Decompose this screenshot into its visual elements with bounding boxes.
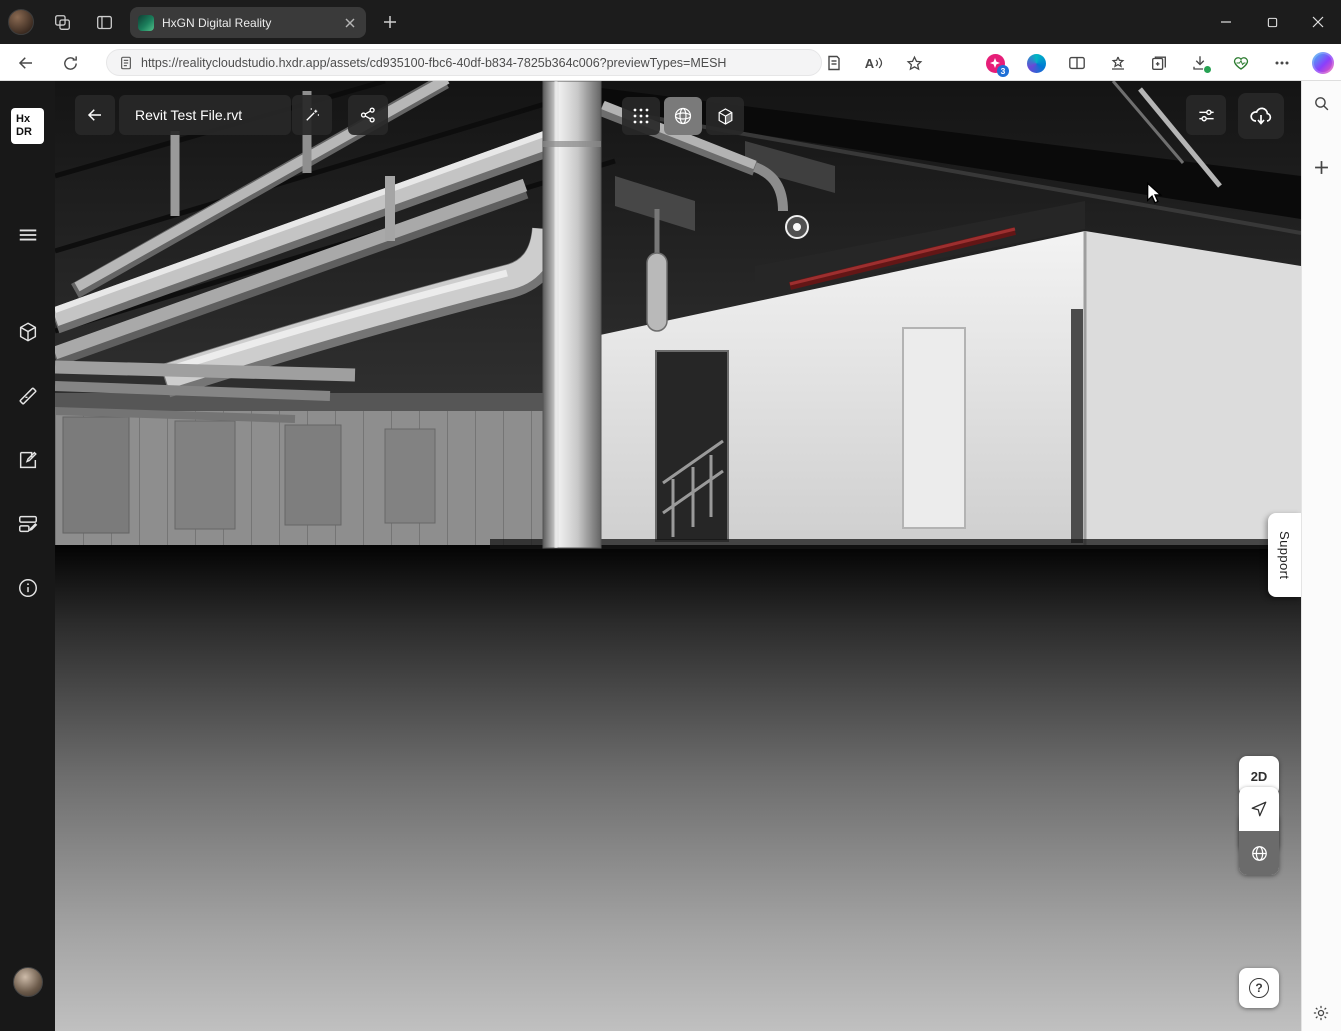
close-window-button[interactable] — [1295, 0, 1341, 44]
assets-cube-icon[interactable] — [15, 319, 41, 345]
settings-gear-icon[interactable] — [1307, 999, 1335, 1027]
tab-actions-icon[interactable] — [94, 12, 114, 32]
tab-favicon — [138, 15, 154, 31]
support-label: Support — [1277, 531, 1292, 579]
collections-icon[interactable] — [1147, 51, 1171, 75]
new-tab-button[interactable] — [378, 10, 402, 34]
search-icon[interactable] — [1307, 89, 1335, 117]
copilot-icon[interactable] — [1311, 51, 1335, 75]
app-sidebar: Hx DR — [0, 81, 55, 1031]
address-bar[interactable]: https://realitycloudstudio.hxdr.app/asse… — [106, 49, 822, 76]
minimize-button[interactable] — [1203, 0, 1249, 44]
browser-tab[interactable]: HxGN Digital Reality — [130, 7, 366, 38]
back-button[interactable] — [75, 95, 115, 135]
refresh-icon[interactable] — [56, 49, 84, 77]
user-avatar[interactable] — [13, 967, 43, 997]
navigation-group — [1239, 787, 1279, 875]
globe-button[interactable] — [1239, 831, 1279, 875]
magic-wand-icon[interactable] — [292, 95, 332, 135]
logo-line-2: DR — [16, 126, 44, 139]
download-complete-badge — [1203, 65, 1212, 74]
add-sidebar-icon[interactable] — [1307, 153, 1335, 181]
browser-profile-avatar[interactable] — [8, 9, 34, 35]
browser-side-rail — [1301, 81, 1341, 1031]
favorite-star-icon[interactable] — [900, 49, 928, 77]
workspaces-icon[interactable] — [52, 12, 72, 32]
site-info-icon[interactable] — [119, 56, 133, 70]
extension-pink-icon[interactable]: 3 — [983, 51, 1007, 75]
measure-icon[interactable] — [15, 383, 41, 409]
filter-sliders-icon[interactable] — [1186, 95, 1226, 135]
support-tab[interactable]: Support — [1268, 513, 1301, 597]
help-button[interactable]: ? — [1239, 968, 1279, 1008]
mesh-mode-button[interactable] — [664, 97, 702, 135]
maximize-button[interactable] — [1249, 0, 1295, 44]
tab-close-icon[interactable] — [342, 15, 358, 31]
info-icon[interactable] — [15, 575, 41, 601]
model-mode-button[interactable] — [706, 97, 744, 135]
read-aloud-icon[interactable]: A — [860, 49, 888, 77]
point-cloud-mode-button[interactable] — [622, 97, 660, 135]
hxdr-logo[interactable]: Hx DR — [11, 108, 44, 144]
logo-line-1: Hx — [16, 113, 44, 126]
url-text: https://realitycloudstudio.hxdr.app/asse… — [141, 56, 726, 70]
save-page-icon[interactable] — [820, 49, 848, 77]
downloads-icon[interactable] — [1188, 51, 1212, 75]
projects-icon[interactable] — [15, 511, 41, 537]
poi-marker — [786, 216, 808, 238]
tab-title: HxGN Digital Reality — [162, 16, 342, 30]
model-canvas[interactable] — [55, 81, 1301, 1031]
back-icon[interactable] — [12, 49, 40, 77]
help-glyph: ? — [1255, 981, 1262, 995]
browser-essentials-icon[interactable] — [1229, 51, 1253, 75]
annotate-icon[interactable] — [15, 447, 41, 473]
extension-color-icon[interactable] — [1024, 51, 1048, 75]
view-mode-group — [622, 97, 744, 135]
share-icon[interactable] — [348, 95, 388, 135]
toolbar-extensions: 3 — [983, 49, 1335, 77]
navigate-button[interactable] — [1239, 787, 1279, 831]
file-name-label: Revit Test File.rvt — [119, 95, 291, 135]
split-screen-icon[interactable] — [1065, 51, 1089, 75]
cloud-download-icon[interactable] — [1238, 93, 1284, 139]
viewer-panel: Revit Test File.rvt — [55, 81, 1301, 1031]
browser-titlebar: HxGN Digital Reality — [0, 0, 1341, 44]
settings-more-icon[interactable] — [1270, 51, 1294, 75]
extension-badge: 3 — [997, 65, 1009, 77]
browser-toolbar: https://realitycloudstudio.hxdr.app/asse… — [0, 44, 1341, 81]
menu-icon[interactable] — [15, 222, 41, 248]
favorites-hub-icon[interactable] — [1106, 51, 1130, 75]
